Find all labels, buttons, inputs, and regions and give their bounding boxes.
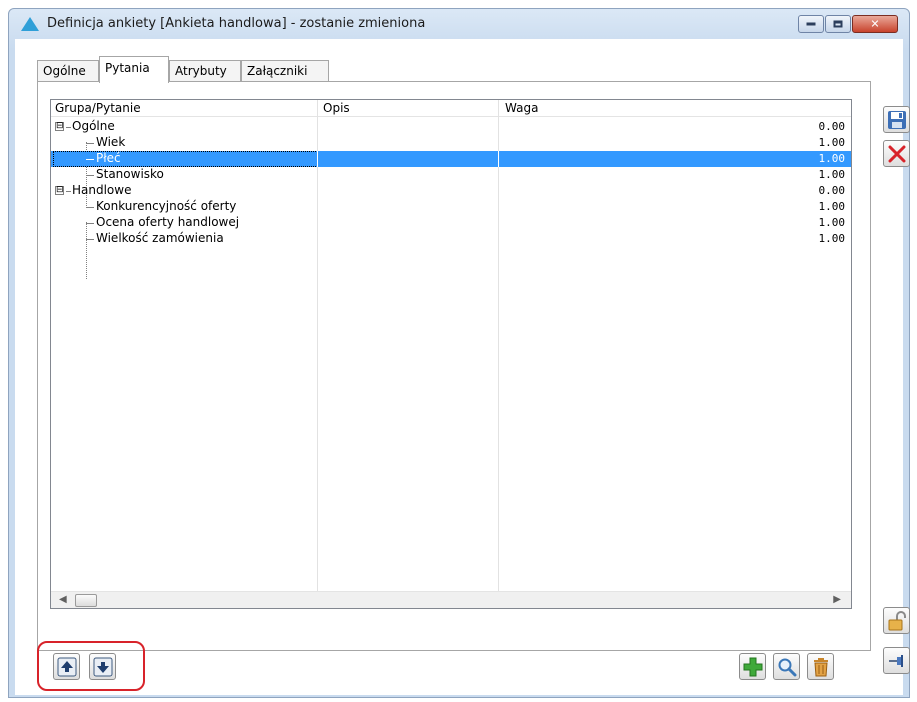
- horizontal-scrollbar[interactable]: ◀ ▶: [51, 591, 851, 608]
- row-name: Ocena oferty handlowej: [96, 215, 240, 229]
- row-waga: 0.00: [818, 120, 846, 133]
- scroll-thumb[interactable]: [75, 594, 97, 607]
- add-button[interactable]: [739, 653, 766, 680]
- save-icon: [888, 111, 906, 129]
- tab-atrybuty[interactable]: Atrybuty: [169, 60, 241, 82]
- row-name: Ogólne: [72, 119, 115, 133]
- move-up-button[interactable]: [53, 653, 80, 680]
- tree-row-question[interactable]: Konkurencyjność oferty 1.00: [51, 199, 851, 215]
- tree-connector: [86, 239, 94, 240]
- window-title: Definicja ankiety [Ankieta handlowa] - z…: [47, 16, 426, 31]
- minimize-button[interactable]: [798, 15, 824, 33]
- row-waga: 1.00: [818, 216, 846, 229]
- move-down-icon: [93, 657, 113, 677]
- tree-row-question[interactable]: Wielkość zamówienia 1.00: [51, 231, 851, 247]
- lock-button[interactable]: [883, 607, 910, 634]
- row-name: Wielkość zamówienia: [96, 231, 224, 245]
- row-waga: 0.00: [818, 184, 846, 197]
- column-header-grupa[interactable]: Grupa/Pytanie: [55, 101, 141, 115]
- row-name: Wiek: [96, 135, 126, 149]
- magnifier-icon: [778, 658, 797, 677]
- cell-divider: [317, 151, 318, 167]
- trash-icon: [814, 658, 828, 677]
- minimize-icon: [806, 22, 816, 26]
- collapse-icon[interactable]: ⊟: [55, 122, 64, 131]
- delete-button[interactable]: [807, 653, 834, 680]
- cell-divider: [498, 151, 499, 167]
- move-up-icon: [57, 657, 77, 677]
- close-window-button[interactable]: ✕: [852, 15, 898, 33]
- save-button[interactable]: [883, 106, 910, 133]
- tab-pytania[interactable]: Pytania: [99, 56, 169, 83]
- tree-connector: [66, 127, 71, 128]
- tree-row-question[interactable]: Stanowisko 1.00: [51, 167, 851, 183]
- row-name: Handlowe: [72, 183, 132, 197]
- tree-row-question[interactable]: Wiek 1.00: [51, 135, 851, 151]
- client-area: Ogólne Pytania Atrybuty Załączniki Grupa…: [15, 39, 910, 695]
- pin-icon: [889, 655, 903, 667]
- tree-connector: [86, 223, 94, 224]
- column-header-waga[interactable]: Waga: [505, 101, 538, 115]
- close-icon: ✕: [870, 17, 880, 31]
- row-waga: 1.00: [818, 136, 846, 149]
- move-down-button[interactable]: [89, 653, 116, 680]
- row-waga: 1.00: [818, 232, 846, 245]
- add-icon: [743, 657, 763, 677]
- close-icon: [888, 145, 906, 163]
- row-waga: 1.00: [818, 200, 846, 213]
- tree-row-group[interactable]: ⊟ Handlowe 0.00: [51, 183, 851, 199]
- maximize-icon: [833, 20, 843, 28]
- row-name: Konkurencyjność oferty: [96, 199, 237, 213]
- lock-icon: [888, 611, 906, 631]
- questions-tree-grid[interactable]: Grupa/Pytanie Opis Waga ⊟ Ogólne 0.00 Wi…: [50, 99, 852, 609]
- tree-row-question-selected[interactable]: Płeć 1.00: [51, 151, 851, 167]
- cancel-button[interactable]: [883, 140, 910, 167]
- row-waga: 1.00: [818, 152, 846, 165]
- collapse-icon[interactable]: ⊟: [55, 186, 64, 195]
- app-icon: [21, 17, 39, 31]
- tree-connector: [86, 175, 94, 176]
- row-name: Płeć: [96, 151, 121, 165]
- scroll-left-icon[interactable]: ◀: [59, 594, 67, 605]
- grid-header: Grupa/Pytanie Opis Waga: [51, 100, 851, 117]
- tree-connector: [86, 143, 94, 144]
- tree-connector: [66, 191, 71, 192]
- tree-connector: [86, 207, 94, 208]
- preview-button[interactable]: [773, 653, 800, 680]
- questions-panel: Grupa/Pytanie Opis Waga ⊟ Ogólne 0.00 Wi…: [37, 81, 871, 651]
- tree-row-group[interactable]: ⊟ Ogólne 0.00: [51, 119, 851, 135]
- maximize-button[interactable]: [825, 15, 851, 33]
- tree-connector: [86, 159, 94, 160]
- dialog-window: Definicja ankiety [Ankieta handlowa] - z…: [8, 8, 910, 698]
- tree-row-question[interactable]: Ocena oferty handlowej 1.00: [51, 215, 851, 231]
- scroll-right-icon[interactable]: ▶: [833, 594, 841, 605]
- title-bar[interactable]: Definicja ankiety [Ankieta handlowa] - z…: [9, 9, 909, 39]
- column-header-opis[interactable]: Opis: [323, 101, 350, 115]
- tab-zalaczniki[interactable]: Załączniki: [241, 60, 329, 82]
- tab-ogolne[interactable]: Ogólne: [37, 60, 99, 82]
- row-waga: 1.00: [818, 168, 846, 181]
- pin-button[interactable]: [883, 647, 910, 674]
- row-name: Stanowisko: [96, 167, 164, 181]
